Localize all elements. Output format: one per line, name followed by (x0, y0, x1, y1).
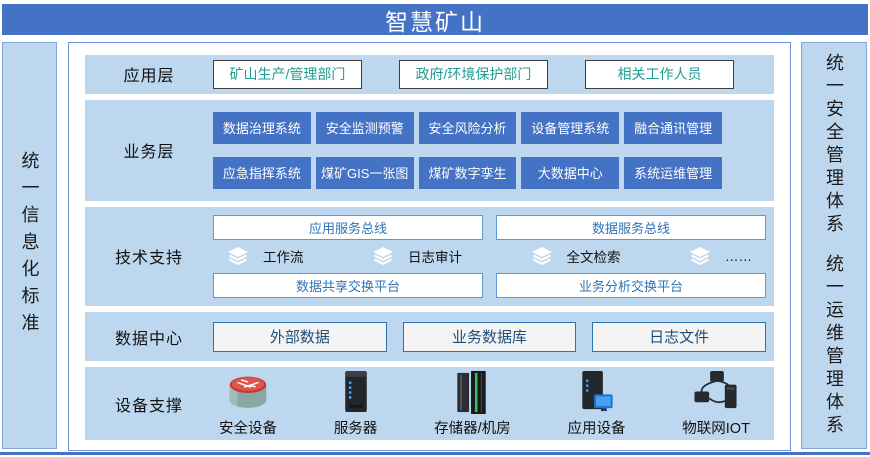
server-icon (341, 369, 371, 414)
service-bus-row: 应用服务总线 数据服务总线 (213, 215, 766, 240)
left-pillar-panel: 统一信息化标准 (2, 42, 57, 449)
equipment-label: 物联网IOT (682, 417, 750, 438)
middleware-full-text-search: 全文检索 (531, 246, 621, 266)
left-pillar-label: 统一信息化标准 (21, 151, 39, 340)
middleware-label: …… (725, 249, 752, 264)
node-app-service-bus: 应用服务总线 (213, 215, 483, 240)
equipment-security-device: 安全设备 (219, 369, 277, 438)
right-pillar-label-security: 统一安全管理体系 (825, 53, 843, 237)
node-comm-management: 融合通讯管理 (624, 112, 722, 144)
app-device-icon (576, 369, 616, 414)
node-business-database: 业务数据库 (403, 322, 577, 352)
node-digital-twin: 煤矿数字孪生 (419, 157, 517, 189)
node-device-management: 设备管理系统 (521, 112, 619, 144)
right-pillar-panel: 统一安全管理体系 统一运维管理体系 (801, 42, 867, 449)
exchange-platform-row: 数据共享交换平台 业务分析交换平台 (213, 273, 766, 298)
layer-application-label: 应用层 (85, 62, 213, 86)
iot-icon (693, 369, 739, 414)
middleware-label: 日志审计 (408, 246, 462, 266)
layers-icon (689, 246, 711, 266)
middleware-log-audit: 日志审计 (372, 246, 462, 266)
node-safety-monitoring: 安全监测预警 (316, 112, 414, 144)
equipment-label: 应用设备 (567, 417, 625, 438)
node-log-files: 日志文件 (592, 322, 766, 352)
layer-business-label: 业务层 (85, 138, 213, 162)
main-panel: 应用层 矿山生产/管理部门 政府/环境保护部门 相关工作人员 业务层 数据治理系… (68, 42, 791, 451)
node-risk-analysis: 安全风险分析 (419, 112, 517, 144)
node-mine-production-dept: 矿山生产/管理部门 (213, 60, 362, 89)
layer-business: 业务层 数据治理系统 安全监测预警 安全风险分析 设备管理系统 融合通讯管理 应… (85, 100, 774, 201)
smart-mine-architecture-diagram: 智慧矿山 统一信息化标准 统一安全管理体系 统一运维管理体系 应用层 矿山生产/… (0, 0, 870, 457)
equipment-iot: 物联网IOT (682, 369, 750, 438)
equipment-label: 服务器 (334, 417, 378, 438)
layers-icon (372, 246, 394, 266)
security-device-icon (223, 369, 273, 414)
business-row-2: 应急指挥系统 煤矿GIS一张图 煤矿数字孪生 大数据中心 系统运维管理 (213, 157, 722, 189)
node-system-ops: 系统运维管理 (624, 157, 722, 189)
layer-application: 应用层 矿山生产/管理部门 政府/环境保护部门 相关工作人员 (85, 55, 774, 94)
business-row-1: 数据治理系统 安全监测预警 安全风险分析 设备管理系统 融合通讯管理 (213, 112, 722, 144)
node-data-sharing-platform: 数据共享交换平台 (213, 273, 483, 298)
middleware-workflow: 工作流 (227, 246, 304, 266)
node-external-data: 外部数据 (213, 322, 387, 352)
node-gis-one-map: 煤矿GIS一张图 (316, 157, 414, 189)
equipment-label: 存储器/机房 (434, 417, 511, 438)
middleware-label: 工作流 (263, 246, 304, 266)
layer-equipment: 设备支撑 安全设备 (85, 367, 774, 440)
node-government-env-dept: 政府/环境保护部门 (399, 60, 548, 89)
node-related-staff: 相关工作人员 (585, 60, 734, 89)
page-title: 智慧矿山 (2, 4, 868, 35)
node-emergency-command: 应急指挥系统 (213, 157, 311, 189)
layer-data-center-label: 数据中心 (85, 325, 213, 349)
layer-equipment-label: 设备支撑 (85, 392, 213, 416)
node-data-governance: 数据治理系统 (213, 112, 311, 144)
middleware-row: 工作流 日志审计 (213, 246, 766, 266)
right-pillar-label-ops: 统一运维管理体系 (825, 254, 843, 438)
equipment-storage: 存储器/机房 (434, 369, 511, 438)
middleware-more: …… (689, 246, 752, 266)
bottom-divider (0, 452, 870, 455)
node-data-service-bus: 数据服务总线 (496, 215, 766, 240)
equipment-server: 服务器 (334, 369, 378, 438)
equipment-app-device: 应用设备 (567, 369, 625, 438)
layers-icon (227, 246, 249, 266)
storage-icon (455, 369, 489, 414)
node-big-data-center: 大数据中心 (521, 157, 619, 189)
layer-data-center: 数据中心 外部数据 业务数据库 日志文件 (85, 312, 774, 361)
layer-tech-support: 技术支持 应用服务总线 数据服务总线 工作流 (85, 207, 774, 307)
layers-icon (531, 246, 553, 266)
equipment-label: 安全设备 (219, 417, 277, 438)
layer-tech-label: 技术支持 (85, 244, 213, 268)
node-business-analysis-platform: 业务分析交换平台 (496, 273, 766, 298)
middleware-label: 全文检索 (567, 246, 621, 266)
